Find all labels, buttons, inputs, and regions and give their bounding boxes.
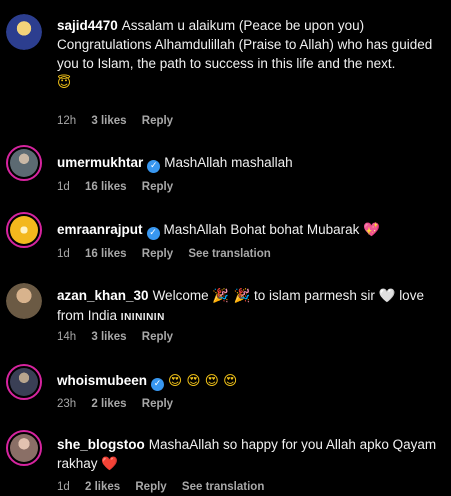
comment-meta: 23h 2 likes Reply [57, 398, 185, 410]
sparkling-heart-emoji: 💖 [363, 222, 380, 238]
avatar[interactable] [6, 430, 42, 466]
avatar[interactable] [6, 145, 42, 181]
comment-time: 1d [57, 181, 70, 193]
likes-count[interactable]: 16 likes [85, 248, 127, 260]
comment-username[interactable]: emraanrajput [57, 222, 143, 237]
comment-meta: 1d 2 likes Reply See translation [57, 481, 276, 493]
likes-count[interactable]: 2 likes [91, 398, 126, 410]
comment-time: 23h [57, 398, 77, 410]
comment-time: 14h [57, 331, 77, 343]
comment-time: 1d [57, 481, 70, 493]
likes-count[interactable]: 3 likes [91, 115, 126, 127]
reply-button[interactable]: Reply [142, 115, 173, 127]
avatar-image [6, 283, 42, 319]
comment-text: umermukhtar ✓ MashAllah mashallah [57, 153, 437, 173]
likes-count[interactable]: 16 likes [85, 181, 127, 193]
comment-username[interactable]: whoismubeen [57, 373, 147, 388]
reply-button[interactable]: Reply [142, 181, 173, 193]
heart-eyes-emoji: 😍 😍 😍 😍 [168, 373, 238, 389]
likes-count[interactable]: 3 likes [91, 331, 126, 343]
avatar-image [6, 14, 42, 50]
party-popper-emoji: 🎉 🎉 [212, 288, 251, 304]
comment-text: emraanrajput ✓ MashAllah Bohat bohat Mubar… [57, 220, 437, 240]
comment-meta: 14h 3 likes Reply [57, 331, 185, 343]
see-translation-button[interactable]: See translation [188, 248, 270, 260]
avatar[interactable] [6, 14, 42, 50]
comment-time: 12h [57, 115, 77, 127]
avatar-image [10, 216, 38, 244]
comment-meta: 12h 3 likes Reply [57, 115, 185, 127]
see-translation-button[interactable]: See translation [182, 481, 264, 493]
verified-badge-icon: ✓ [147, 160, 161, 173]
reply-button[interactable]: Reply [142, 248, 173, 260]
avatar-image [10, 368, 38, 396]
comment-username[interactable]: she_blogstoo [57, 437, 145, 452]
comment-text: sajid4470 Assalam u alaikum (Peace be upo… [57, 16, 437, 93]
verified-badge-icon: ✓ [146, 227, 160, 240]
comment-username[interactable]: azan_khan_30 [57, 288, 149, 303]
reply-button[interactable]: Reply [142, 331, 173, 343]
comment-text: she_blogstoo MashaAllah so happy for you … [57, 435, 437, 474]
comment-body: MashAllah Bohat bohat Mubarak [163, 222, 360, 237]
avatar[interactable] [6, 212, 42, 248]
reply-button[interactable]: Reply [142, 398, 173, 410]
comment-body: MashAllah mashallah [164, 155, 293, 170]
comment-text: azan_khan_30 Welcome 🎉 🎉 to islam parmesh… [57, 286, 437, 327]
comment-username[interactable]: sajid4470 [57, 18, 118, 33]
white-heart-emoji: 🤍 [378, 288, 396, 304]
comment-body-start: Welcome [152, 288, 209, 303]
comment-meta: 1d 16 likes Reply [57, 181, 185, 193]
reply-button[interactable]: Reply [135, 481, 166, 493]
comment-meta: 1d 16 likes Reply See translation [57, 248, 283, 260]
verified-badge-icon: ✓ [151, 378, 165, 391]
avatar[interactable] [6, 364, 42, 400]
comment-time: 1d [57, 248, 70, 260]
avatar-image [10, 149, 38, 177]
comment-body-tail: ININININ [120, 312, 165, 323]
red-heart-emoji: ❤️ [101, 456, 119, 472]
comment-username[interactable]: umermukhtar [57, 155, 143, 170]
likes-count[interactable]: 2 likes [85, 481, 120, 493]
avatar-image [10, 434, 38, 462]
smiling-face-with-halo-emoji: 😇 [57, 75, 72, 91]
avatar[interactable] [6, 283, 42, 319]
comment-body-middle: to islam parmesh sir [254, 288, 375, 303]
comment-text: whoismubeen ✓ 😍 😍 😍 😍 [57, 371, 437, 391]
